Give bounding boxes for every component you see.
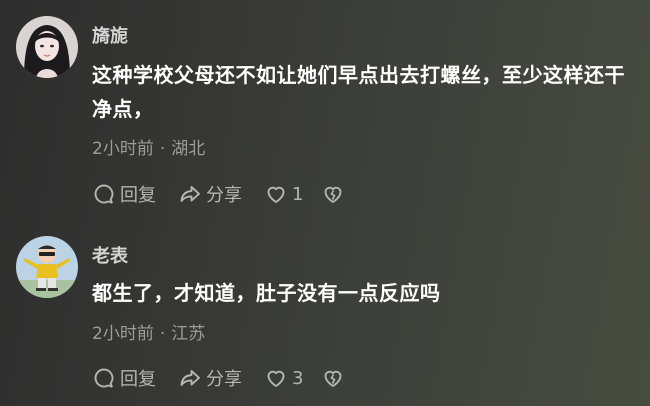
user-avatar-image xyxy=(16,236,78,298)
reply-icon xyxy=(94,184,114,204)
comment-text: 都生了，才知道，肚子没有一点反应吗 xyxy=(92,281,441,305)
separator: · xyxy=(159,139,166,159)
separator: · xyxy=(159,324,166,344)
share-label: 分享 xyxy=(206,369,242,390)
like-button[interactable]: 1 xyxy=(264,182,303,206)
reply-button[interactable]: 回复 xyxy=(92,365,156,391)
share-icon xyxy=(180,186,200,202)
dislike-button[interactable] xyxy=(321,182,349,206)
comment-text: 这种学校父母还不如让她们早点出去打螺丝，至少这样还干净点， xyxy=(92,63,625,121)
dislike-button[interactable] xyxy=(321,366,349,390)
reply-label: 回复 xyxy=(120,369,156,390)
timestamp: 2小时前 xyxy=(92,139,154,159)
reply-label: 回复 xyxy=(120,185,156,206)
like-button[interactable]: 3 xyxy=(264,366,303,390)
heart-icon xyxy=(267,370,285,387)
user-avatar-image xyxy=(16,16,78,78)
reply-icon xyxy=(94,368,114,388)
share-icon xyxy=(180,370,200,386)
comment-meta: 2小时前 · 湖北 xyxy=(92,134,205,159)
comment-meta: 2小时前 · 江苏 xyxy=(92,319,205,344)
share-label: 分享 xyxy=(206,185,242,206)
username[interactable]: 老表 xyxy=(92,242,128,268)
location: 江苏 xyxy=(171,324,206,344)
avatar[interactable] xyxy=(16,236,78,298)
broken-heart-icon xyxy=(325,370,342,387)
comment-actions: 回复 分享 3 xyxy=(92,364,371,392)
reply-button[interactable]: 回复 xyxy=(92,181,156,207)
heart-icon xyxy=(267,186,285,203)
like-count: 1 xyxy=(292,183,304,205)
avatar[interactable] xyxy=(16,16,78,78)
broken-heart-icon xyxy=(325,186,342,203)
comment-actions: 回复 分享 1 xyxy=(92,180,371,208)
username[interactable]: 旖旎 xyxy=(92,22,128,48)
timestamp: 2小时前 xyxy=(92,324,154,344)
like-count: 3 xyxy=(292,367,304,389)
share-button[interactable]: 分享 xyxy=(178,181,242,207)
location: 湖北 xyxy=(171,139,206,159)
share-button[interactable]: 分享 xyxy=(178,365,242,391)
